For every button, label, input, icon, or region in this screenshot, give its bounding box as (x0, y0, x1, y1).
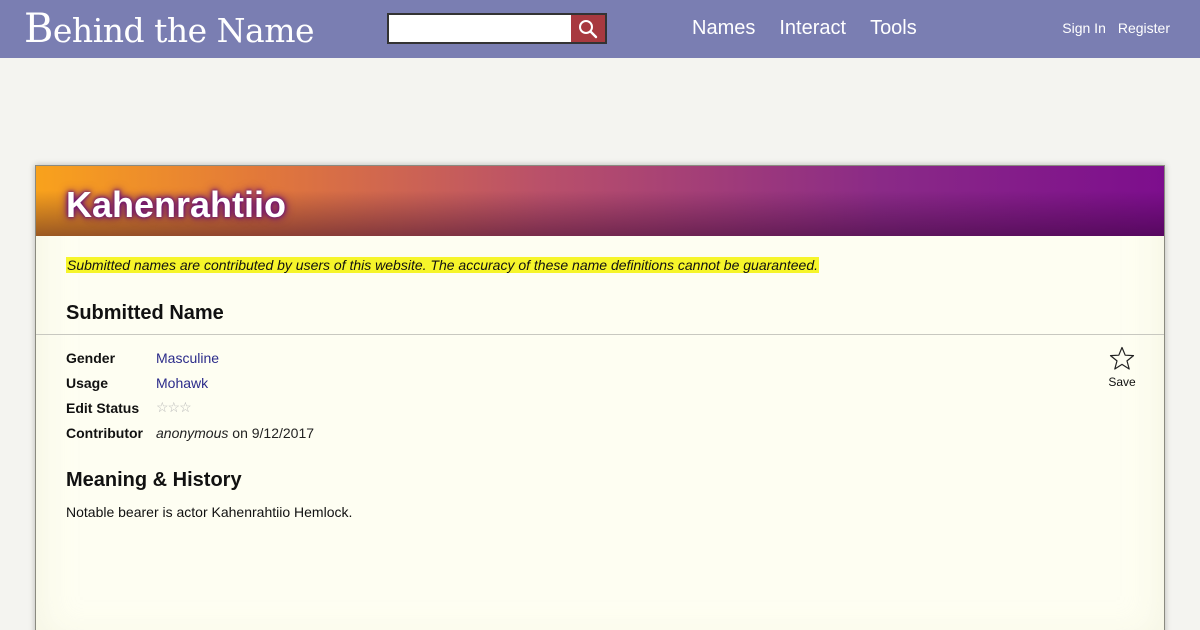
search-button[interactable] (571, 15, 605, 42)
section-divider (36, 334, 1164, 335)
main-nav: Names Interact Tools (692, 17, 917, 40)
contributor-value: anonymous on 9/12/2017 (156, 425, 314, 441)
contributor-name: anonymous (156, 425, 229, 441)
section-heading-meaning: Meaning & History (66, 469, 242, 491)
page-title: Kahenrahtiio (66, 184, 287, 225)
star-outline-icon (1109, 346, 1135, 370)
section-heading-submitted-name: Submitted Name (66, 302, 224, 324)
save-button[interactable]: Save (1104, 346, 1140, 389)
sign-in-link[interactable]: Sign In (1062, 20, 1106, 36)
contributor-label: Contributor (66, 425, 143, 441)
name-card: Kahenrahtiio Submitted names are contrib… (35, 165, 1165, 630)
top-navigation-bar: Behind the Name Names Interact Tools Sig… (0, 0, 1200, 58)
magnifier-icon (579, 19, 598, 38)
nav-tools[interactable]: Tools (870, 17, 917, 40)
search-input[interactable] (389, 15, 571, 42)
site-logo[interactable]: Behind the Name (24, 6, 315, 52)
submitted-disclaimer: Submitted names are contributed by users… (66, 257, 819, 273)
name-banner: Kahenrahtiio (36, 166, 1164, 236)
nav-interact[interactable]: Interact (779, 17, 846, 40)
meaning-text: Notable bearer is actor Kahenrahtiio Hem… (66, 504, 353, 520)
save-label: Save (1108, 375, 1136, 389)
logo-text: ehind the Name (52, 11, 315, 50)
logo-initial: B (24, 6, 53, 52)
gender-value: Masculine (156, 350, 219, 366)
register-link[interactable]: Register (1118, 20, 1170, 36)
contributor-date: on 9/12/2017 (232, 425, 315, 441)
usage-value: Mohawk (156, 375, 208, 391)
account-links: Sign In Register (1062, 20, 1170, 36)
search-box (387, 13, 607, 44)
usage-link[interactable]: Mohawk (156, 375, 208, 391)
edit-status-stars-icon: ☆☆☆ (156, 399, 192, 415)
gender-link[interactable]: Masculine (156, 350, 219, 366)
usage-label: Usage (66, 375, 109, 391)
gender-label: Gender (66, 350, 116, 366)
edit-status-label: Edit Status (66, 400, 140, 416)
nav-names[interactable]: Names (692, 17, 755, 40)
